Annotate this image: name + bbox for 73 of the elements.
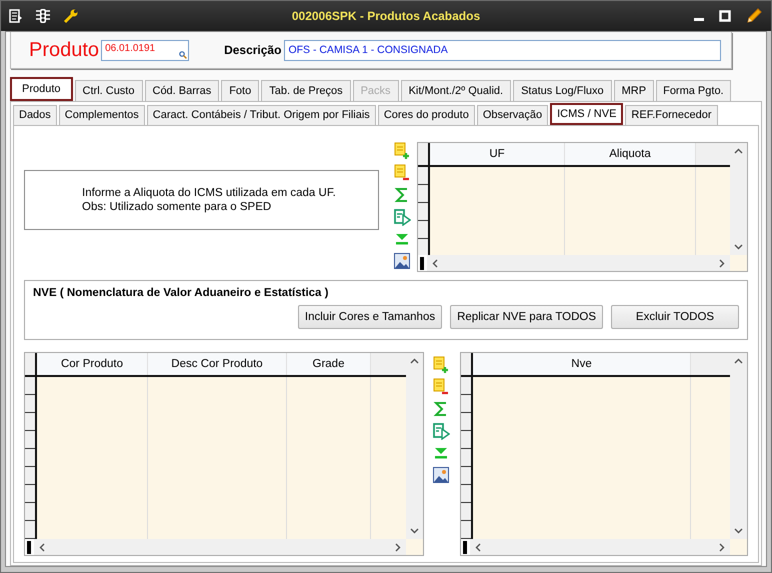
tab[interactable]: Forma Pgto. — [656, 80, 731, 101]
scroll-up-icon[interactable] — [410, 357, 419, 366]
scroll-right-icon[interactable] — [393, 542, 402, 552]
horizontal-scrollbar[interactable] — [470, 539, 730, 555]
header-filler — [691, 353, 730, 375]
tab[interactable]: REF.Fornecedor — [625, 105, 718, 125]
image-icon[interactable] — [432, 466, 450, 484]
tab[interactable]: ICMS / NVE — [550, 103, 624, 125]
section-title: NVE ( Nomenclatura de Valor Aduaneiro e Estatística ) — [33, 287, 330, 299]
traffic-light-icon[interactable] — [35, 8, 51, 24]
horizontal-scrollbar[interactable] — [34, 539, 406, 555]
delete-row-icon[interactable] — [393, 164, 411, 182]
search-icon[interactable] — [179, 50, 188, 58]
scroll-left-icon[interactable] — [474, 542, 483, 552]
tab[interactable]: Produto — [10, 77, 73, 101]
product-label: Produto — [29, 38, 100, 62]
horizontal-scrollbar[interactable] — [427, 255, 730, 271]
tab[interactable]: Cód. Barras — [144, 80, 220, 101]
tab[interactable]: Kit/Mont./2º Qualid. — [400, 80, 512, 101]
product-code-field[interactable]: 06.01.0191 — [101, 40, 190, 60]
scroll-up-icon[interactable] — [734, 357, 743, 366]
action-button[interactable]: Incluir Cores e Tamanhos — [298, 305, 442, 329]
delete-row-icon[interactable] — [432, 378, 450, 396]
scrollbar-corner — [730, 255, 747, 271]
tab[interactable]: Cores do produto — [378, 105, 475, 125]
vertical-scrollbar[interactable] — [406, 353, 423, 539]
row-marker — [420, 257, 424, 270]
export-icon[interactable] — [432, 422, 450, 440]
row-marker — [27, 541, 31, 554]
column-header[interactable]: Cor Produto — [37, 353, 148, 375]
aliquota-grid[interactable]: UF Aliquota — [417, 142, 748, 272]
tab[interactable]: MRP — [614, 80, 654, 101]
tab[interactable]: Status Log/Fluxo — [513, 80, 612, 101]
tab[interactable]: Foto — [221, 80, 260, 101]
tab[interactable]: Caract. Contábeis / Tribut. Origem por Filiais — [146, 105, 376, 125]
scroll-left-icon[interactable] — [38, 542, 47, 552]
scroll-right-icon[interactable] — [717, 258, 726, 268]
tab[interactable]: Complementos — [58, 105, 145, 125]
tab[interactable]: Tab. de Preços — [261, 80, 351, 101]
action-button[interactable]: Replicar NVE para TODOS — [450, 305, 603, 329]
add-row-icon[interactable] — [432, 356, 450, 374]
scrollbar-corner — [406, 539, 423, 555]
scroll-down-icon[interactable] — [410, 526, 419, 535]
header-filler — [371, 353, 406, 375]
header-filler — [696, 143, 730, 165]
scroll-down-icon[interactable] — [734, 242, 743, 251]
window-title: 002006SPK - Produtos Acabados — [290, 9, 482, 23]
scroll-up-icon[interactable] — [734, 147, 743, 156]
column-header[interactable]: Desc Cor Produto — [148, 353, 287, 375]
tab[interactable]: Dados — [13, 105, 57, 125]
pencil-icon[interactable] — [745, 7, 763, 25]
maximize-icon[interactable] — [719, 10, 731, 22]
scroll-left-icon[interactable] — [431, 258, 440, 268]
info-text: Obs: Utilizado somente para o SPED — [82, 200, 272, 214]
vertical-scrollbar[interactable] — [730, 143, 747, 255]
tab[interactable]: Ctrl. Custo — [74, 80, 142, 101]
color-grid[interactable]: Cor Produto Desc Cor Produto Grade — [24, 352, 424, 556]
add-row-icon[interactable] — [393, 142, 411, 160]
nve-grid[interactable]: Nve — [460, 352, 748, 556]
tab[interactable]: Observação — [476, 105, 548, 125]
scrollbar-corner — [730, 539, 747, 555]
wrench-icon[interactable] — [63, 8, 79, 24]
scroll-down-icon[interactable] — [734, 526, 743, 535]
info-text: Informe a Aliquota do ICMS utilizada em cada UF. — [82, 186, 336, 200]
description-field[interactable]: OFS - CAMISA 1 - CONSIGNADA — [284, 40, 721, 60]
export-icon[interactable] — [393, 208, 411, 226]
row-marker — [463, 541, 467, 554]
description-label: Descrição — [224, 43, 282, 57]
image-icon[interactable] — [393, 252, 411, 270]
column-header[interactable]: UF — [430, 143, 565, 165]
action-button[interactable]: Excluir TODOS — [611, 305, 739, 329]
scroll-right-icon[interactable] — [717, 542, 726, 552]
vertical-scrollbar[interactable] — [730, 353, 747, 539]
